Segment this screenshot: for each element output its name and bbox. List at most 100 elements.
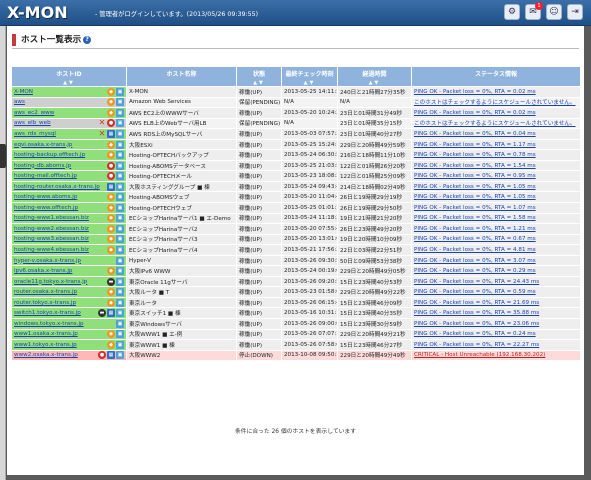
status-info-link[interactable]: PING OK - Packet loss = 0%, RTA = 1.05 m… — [414, 184, 536, 190]
col-host-id[interactable]: ホストID ▲▼ — [11, 66, 127, 87]
error-x-icon[interactable]: ✕ — [98, 130, 106, 138]
server-os-icon[interactable]: ◆ — [107, 193, 115, 202]
host-link[interactable]: www1.tokyo.x-trans.jp — [14, 342, 77, 348]
host-link[interactable]: www1.osaka.x-trans.jp — [14, 331, 78, 337]
server-os-icon[interactable]: ◆ — [107, 108, 115, 117]
col-last-check[interactable]: 最終チェック時刻 ▲▼ — [281, 66, 338, 87]
network-icon[interactable]: ▦ — [107, 182, 115, 191]
status-info-link[interactable]: PING OK - Packet loss = 0%, RTA = 1.21 m… — [414, 226, 536, 232]
status-info-link[interactable]: PING OK - Packet loss = 0%, RTA = 0.02 m… — [414, 89, 536, 95]
status-info-link[interactable]: PING OK - Packet loss = 0%, RTA = 0.02 m… — [414, 110, 536, 116]
windows-icon[interactable]: ▣ — [116, 298, 124, 307]
host-link[interactable]: hosting-router.osaka.x-trans.jp — [14, 184, 100, 190]
server-os-icon[interactable]: ◆ — [107, 203, 115, 212]
windows-icon[interactable]: ▣ — [116, 256, 124, 265]
host-link[interactable]: aws — [14, 99, 25, 105]
logout-icon[interactable]: ⇥ — [567, 4, 583, 20]
status-info-link[interactable]: PING OK - Packet loss = 0%, RTA = 0.24 m… — [414, 331, 536, 337]
settings-icon[interactable]: ⚙ — [504, 4, 520, 20]
windows-icon[interactable]: ▣ — [116, 235, 124, 244]
error-x-icon[interactable]: ✕ — [98, 119, 106, 127]
host-link[interactable]: X-MON — [14, 89, 33, 95]
status-info-link[interactable]: PING OK - Packet loss = 0%, RTA = 1.58 m… — [414, 215, 536, 221]
host-link[interactable]: hyper-v.osaka.x-trans.jp — [14, 258, 81, 264]
sidebar-toggle[interactable] — [0, 144, 6, 168]
host-link[interactable]: router.osaka.x-trans.jp — [14, 289, 77, 295]
host-link[interactable]: hosting-www.aboms.jp — [14, 194, 77, 200]
logo[interactable]: X-MON — [7, 3, 68, 22]
status-info-link[interactable]: PING OK - Packet loss = 0%, RTA = 22.27 … — [414, 342, 539, 348]
windows-icon[interactable]: ▣ — [116, 309, 124, 318]
windows-icon[interactable]: ▣ — [116, 351, 124, 360]
server-os-icon[interactable]: ◆ — [107, 267, 115, 276]
server-os-icon[interactable]: ◆ — [107, 245, 115, 254]
windows-icon[interactable]: ▣ — [116, 203, 124, 212]
server-os-icon[interactable]: ◆ — [107, 330, 115, 339]
status-info-link[interactable]: PING OK - Packet loss = 0%, RTA = 0.59 m… — [414, 289, 536, 295]
alert-icon[interactable]: ● — [107, 161, 115, 170]
server-os-icon[interactable]: ◆ — [107, 214, 115, 223]
alert-icon[interactable]: ● — [107, 119, 115, 128]
col-host-name[interactable]: ホスト名称 — [126, 66, 237, 87]
windows-icon[interactable]: ▣ — [116, 267, 124, 276]
status-info-link[interactable]: PING OK - Packet loss = 0%, RTA = 23.06 … — [414, 321, 539, 327]
windows-icon[interactable]: ▣ — [116, 214, 124, 223]
status-info-link[interactable]: PING OK - Packet loss = 0%, RTA = 1.17 m… — [414, 142, 536, 148]
windows-icon[interactable]: ▣ — [116, 340, 124, 349]
status-info-link[interactable]: PING OK - Packet loss = 0%, RTA = 21.69 … — [414, 300, 539, 306]
host-link[interactable]: router.tokyo.x-trans.jp — [14, 300, 76, 306]
server-os-icon[interactable]: ◆ — [107, 288, 115, 297]
sort-arrows-icon[interactable]: ▲▼ — [282, 80, 337, 86]
windows-icon[interactable]: ▣ — [116, 161, 124, 170]
terminal-icon[interactable]: ▬ — [98, 309, 106, 318]
windows-icon[interactable]: ▣ — [116, 245, 124, 254]
host-link[interactable]: hosting-www.offtech.jp — [14, 205, 78, 211]
host-link[interactable]: aws_rds_mysql — [14, 131, 56, 137]
help-icon[interactable]: ? — [83, 36, 92, 44]
col-status[interactable]: 状態 ▲▼ — [236, 66, 282, 87]
windows-icon[interactable]: ▣ — [116, 98, 124, 107]
status-info-link[interactable]: PING OK - Packet loss = 0%, RTA = 0.67 m… — [414, 236, 536, 242]
status-info-link[interactable]: PING OK - Packet loss = 0%, RTA = 35.88 … — [414, 310, 539, 316]
alert-icon[interactable]: ● — [98, 351, 106, 360]
status-info-link[interactable]: PING OK - Packet loss = 0%, RTA = 1.05 m… — [414, 194, 536, 200]
col-duration[interactable]: 経過時間 ▲▼ — [337, 66, 412, 87]
windows-icon[interactable]: ▣ — [116, 87, 124, 96]
host-link[interactable]: aws_ec2_www — [14, 110, 54, 116]
host-link[interactable]: hosting-www1.ebessan.biz — [14, 215, 89, 221]
windows-icon[interactable]: ▣ — [116, 108, 124, 117]
status-info-link[interactable]: CRITICAL - Host Unreachable (192.168.30.… — [414, 352, 545, 358]
host-link[interactable]: ipv6.osaka.x-trans.jp — [14, 268, 72, 274]
windows-icon[interactable]: ▣ — [116, 277, 124, 286]
notification-icon[interactable]: ✉ 1 — [525, 2, 543, 20]
host-link[interactable]: hosting-mail.offtech.jp — [14, 173, 77, 179]
status-info-link[interactable]: このホストはチェックするようにスケジュールされていません。 — [414, 100, 576, 106]
host-link[interactable]: hosting-db.aboms.jp — [14, 163, 71, 169]
windows-icon[interactable]: ▣ — [116, 330, 124, 339]
host-link[interactable]: switch1.tokyo.x-trans.jp — [14, 310, 81, 316]
host-link[interactable]: www2.osaka.x-trans.jp — [14, 352, 78, 358]
server-os-icon[interactable]: ◆ — [107, 98, 115, 107]
windows-icon[interactable]: ▣ — [116, 182, 124, 191]
server-os-icon[interactable]: ◆ — [107, 235, 115, 244]
sort-arrows-icon[interactable]: ▲▼ — [12, 80, 126, 86]
status-info-link[interactable]: PING OK - Packet loss = 0%, RTA = 3.07 m… — [414, 258, 536, 264]
host-link[interactable]: hosting-www4.ebessan.biz — [14, 247, 89, 253]
terminal-icon[interactable]: ▬ — [107, 277, 115, 286]
alert-icon[interactable]: ● — [107, 172, 115, 181]
server-os-icon[interactable]: ◆ — [107, 87, 115, 96]
windows-icon[interactable]: ▣ — [116, 224, 124, 233]
windows-icon[interactable]: ▣ — [116, 172, 124, 181]
status-info-link[interactable]: PING OK - Packet loss = 0%, RTA = 1.54 m… — [414, 163, 536, 169]
network-icon[interactable]: ▦ — [107, 351, 115, 360]
user-icon[interactable]: ☺ — [546, 4, 562, 20]
windows-icon[interactable]: ▣ — [116, 151, 124, 160]
windows-icon[interactable]: ▣ — [116, 319, 124, 328]
col-status-info[interactable]: ステータス情報 — [411, 66, 581, 87]
server-os-icon[interactable]: ◆ — [107, 340, 115, 349]
sort-arrows-icon[interactable]: ▲▼ — [338, 80, 411, 86]
status-info-link[interactable]: PING OK - Packet loss = 0%, RTA = 4.81 m… — [414, 247, 536, 253]
host-link[interactable]: windows.tokyo.x-trans.jp — [14, 321, 84, 327]
windows-icon[interactable]: ▣ — [116, 119, 124, 128]
server-os-icon[interactable]: ◆ — [107, 151, 115, 160]
